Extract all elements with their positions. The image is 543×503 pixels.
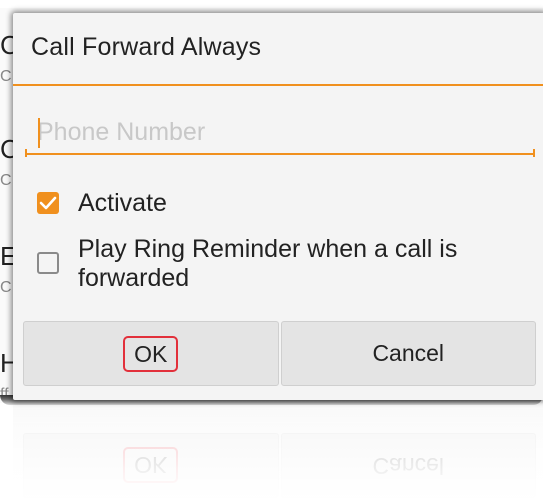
input-underline-tick-right (533, 149, 535, 157)
activate-label: Activate (78, 189, 167, 217)
ok-button-label: OK (123, 335, 179, 372)
phone-number-input[interactable] (25, 111, 535, 155)
dialog-button-bar: OK Cancel (23, 321, 536, 386)
activate-option[interactable]: Activate (37, 189, 167, 218)
reflection-fade (0, 405, 543, 503)
checkmark-icon (39, 196, 57, 210)
input-underline-tick-left (25, 149, 27, 157)
ring-reminder-option[interactable]: Play Ring Reminder when a call is forwar… (37, 235, 533, 293)
activate-checkbox[interactable] (37, 192, 59, 214)
background-subtext: C (0, 279, 12, 296)
dialog-title: Call Forward Always (31, 33, 262, 61)
call-forward-dialog: Call Forward Always Activate Play Ring R… (13, 13, 543, 400)
background-subtext: C (0, 68, 12, 85)
ok-button[interactable]: OK (23, 321, 279, 386)
ring-reminder-label: Play Ring Reminder when a call is forwar… (78, 235, 458, 292)
ring-reminder-checkbox[interactable] (37, 252, 59, 274)
cancel-button-label: Cancel (372, 340, 445, 366)
cancel-button[interactable]: Cancel (280, 321, 536, 386)
background-subtext: C (0, 172, 12, 189)
title-divider (13, 84, 543, 86)
text-cursor (38, 118, 40, 148)
